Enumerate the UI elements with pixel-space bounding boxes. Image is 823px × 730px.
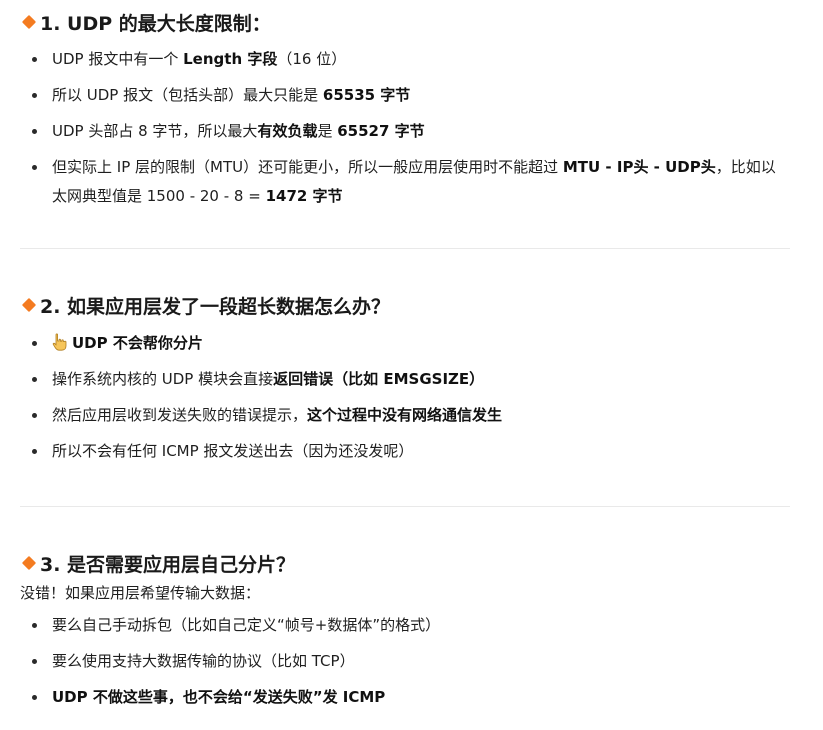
heading-text: 3. 是否需要应用层自己分片？ [40, 553, 296, 576]
item-text: 操作系统内核的 UDP 模块会直接 [52, 370, 274, 388]
item-text: 所以 UDP 报文（包括头部）最大只能是 [52, 86, 323, 104]
item-text: UDP 报文中有一个 [52, 50, 184, 68]
item-bold-text: 1472 字节 [265, 187, 343, 205]
orange-diamond-icon [22, 15, 36, 29]
bullet-list: 要么自己手动拆包（比如自己定义“帧号+数据体”的格式） 要么使用支持大数据传输的… [20, 611, 790, 711]
list-item: UDP 头部占 8 字节，所以最大有效负载是 65527 字节 [20, 117, 790, 145]
heading-text: 2. 如果应用层发了一段超长数据怎么办？ [40, 295, 391, 318]
list-item: 操作系统内核的 UDP 模块会直接返回错误（比如 EMSGSIZE） [20, 365, 790, 393]
list-item: 要么使用支持大数据传输的协议（比如 TCP） [20, 647, 790, 675]
item-text: 然后应用层收到发送失败的错误提示， [52, 406, 308, 424]
item-text: 要么使用支持大数据传输的协议（比如 TCP） [52, 652, 355, 670]
item-bold-text: UDP 不会帮你分片 [72, 334, 203, 352]
section-udp-max-length: 1. UDP 的最大长度限制： UDP 报文中有一个 Length 字段（16 … [20, 8, 790, 211]
item-bold-text: MTU - IP头 - UDP头 [562, 158, 716, 176]
item-bold-text: Length 字段 [183, 50, 278, 68]
orange-diamond-icon [22, 556, 36, 570]
section-divider [20, 506, 790, 507]
item-text: 是 [317, 122, 338, 140]
item-text: （16 位） [277, 50, 347, 68]
list-item: UDP 不会帮你分片 [20, 329, 790, 357]
section-heading: 2. 如果应用层发了一段超长数据怎么办？ [20, 291, 790, 319]
item-bold-text: 65535 字节 [322, 86, 411, 104]
list-item: 要么自己手动拆包（比如自己定义“帧号+数据体”的格式） [20, 611, 790, 639]
section-heading: 1. UDP 的最大长度限制： [20, 8, 790, 36]
list-item: UDP 报文中有一个 Length 字段（16 位） [20, 45, 790, 73]
item-bold-text: 65527 字节 [337, 122, 425, 140]
section-heading: 3. 是否需要应用层自己分片？ [20, 549, 790, 577]
section-divider [20, 248, 790, 249]
item-text: 所以不会有任何 ICMP 报文发送出去（因为还没发呢） [52, 442, 414, 460]
list-item: UDP 不做这些事，也不会给“发送失败”发 ICMP [20, 683, 790, 711]
intro-text: 没错！如果应用层希望传输大数据： [20, 584, 261, 602]
item-text: 但实际上 IP 层的限制（MTU）还可能更小，所以一般应用层使用时不能超过 [52, 158, 563, 176]
list-item: 所以 UDP 报文（包括头部）最大只能是 65535 字节 [20, 81, 790, 109]
bullet-list: UDP 不会帮你分片 操作系统内核的 UDP 模块会直接返回错误（比如 EMSG… [20, 329, 790, 465]
heading-text: 1. UDP 的最大长度限制： [40, 12, 271, 35]
section-app-fragmentation: 3. 是否需要应用层自己分片？ 没错！如果应用层希望传输大数据： 要么自己手动拆… [20, 549, 790, 711]
item-bold-text: 这个过程中没有网络通信发生 [307, 406, 503, 424]
pointing-hand-icon [52, 333, 67, 351]
list-item: 然后应用层收到发送失败的错误提示，这个过程中没有网络通信发生 [20, 401, 790, 429]
item-bold-text: 返回错误（比如 EMSGSIZE） [273, 370, 485, 388]
item-bold-text: UDP 不做这些事，也不会给“发送失败”发 ICMP [52, 688, 386, 706]
orange-diamond-icon [22, 298, 36, 312]
item-text: UDP 头部占 8 字节，所以最大 [52, 122, 258, 140]
section-oversize-data: 2. 如果应用层发了一段超长数据怎么办？ UDP 不会帮你分片 操作系统内核的 … [20, 291, 790, 465]
item-bold-text: 有效负载 [257, 122, 318, 140]
list-item: 所以不会有任何 ICMP 报文发送出去（因为还没发呢） [20, 437, 790, 465]
item-text: 要么自己手动拆包（比如自己定义“帧号+数据体”的格式） [52, 616, 441, 634]
list-item: 但实际上 IP 层的限制（MTU）还可能更小，所以一般应用层使用时不能超过 MT… [20, 153, 790, 211]
bullet-list: UDP 报文中有一个 Length 字段（16 位） 所以 UDP 报文（包括头… [20, 45, 790, 211]
